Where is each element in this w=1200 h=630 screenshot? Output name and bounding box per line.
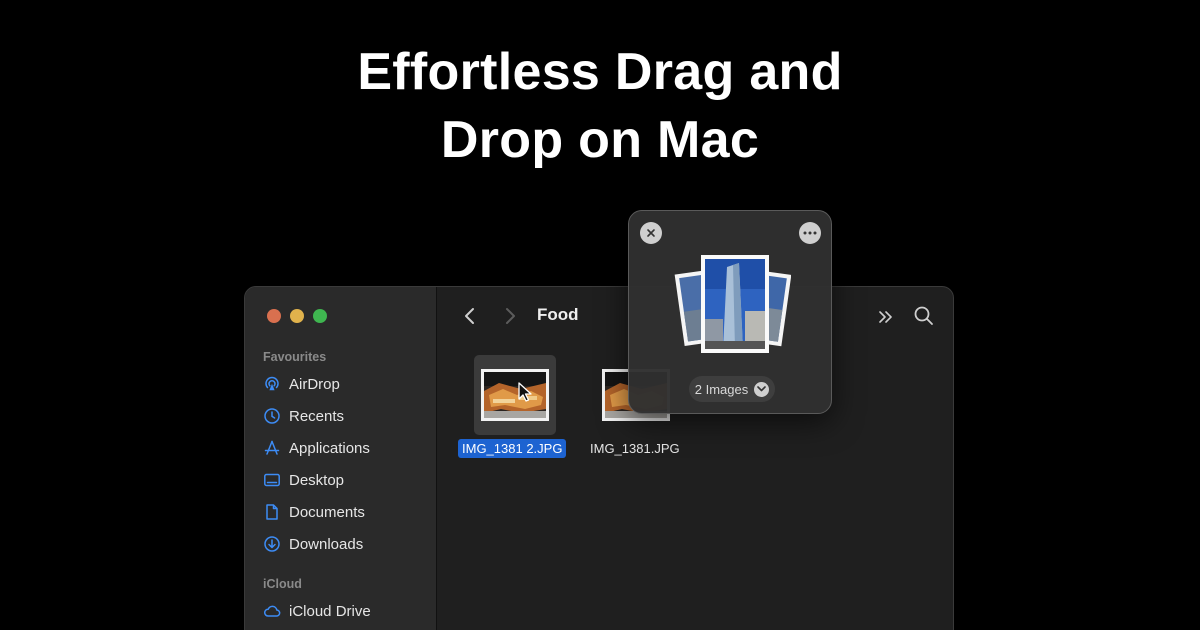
sidebar-item-desktop[interactable]: Desktop (263, 468, 433, 492)
minimize-window-button[interactable] (290, 309, 304, 323)
back-icon[interactable] (463, 306, 477, 326)
mouse-pointer-icon (518, 382, 532, 402)
close-icon (647, 229, 655, 237)
sidebar-section-icloud: iCloud (263, 577, 302, 591)
document-icon (266, 504, 278, 520)
close-window-button[interactable] (267, 309, 281, 323)
file-name-selected[interactable]: IMG_1381 2.JPG (458, 439, 567, 458)
forward-icon[interactable] (503, 306, 517, 326)
more-toolbar-items-icon[interactable] (877, 308, 895, 326)
sidebar-item-recents[interactable]: Recents (263, 404, 433, 428)
drag-shelf-popover[interactable]: 2 Images (628, 210, 832, 414)
applications-icon (264, 440, 280, 455)
sidebar-section-favourites: Favourites (263, 350, 327, 364)
sidebar-item-label: Documents (289, 503, 365, 521)
ellipsis-icon (803, 231, 817, 235)
images-count-badge[interactable]: 2 Images (689, 376, 775, 402)
headline-line-2: Drop on Mac (440, 111, 760, 169)
cloud-icon (264, 605, 281, 617)
images-count-label: 2 Images (694, 381, 749, 397)
sidebar-item-airdrop[interactable]: AirDrop (263, 372, 433, 396)
finder-window: Favourites AirDrop Recents Applications … (244, 286, 954, 630)
sidebar-item-label: Applications (289, 439, 370, 457)
sidebar-item-applications[interactable]: Applications (263, 436, 433, 460)
headline-line-1: Effortless Drag and (357, 43, 843, 101)
desktop-icon (264, 473, 280, 487)
file-thumbnail-img-1381-2[interactable] (481, 369, 549, 421)
stacked-images-preview[interactable] (673, 249, 791, 361)
sidebar-item-label: Desktop (289, 471, 345, 489)
sidebar-item-label: AirDrop (289, 375, 340, 393)
promo-stage: Effortless Drag and Drop on Mac Favourit… (0, 0, 1200, 630)
clock-icon (264, 408, 280, 424)
airdrop-icon (265, 376, 279, 391)
folder-title: Food (537, 305, 579, 324)
download-icon (264, 536, 280, 552)
window-controls (267, 309, 327, 323)
search-icon[interactable] (913, 305, 935, 327)
sidebar-item-downloads[interactable]: Downloads (263, 532, 433, 556)
file-name[interactable]: IMG_1381.JPG (586, 439, 684, 458)
sidebar-item-label: Downloads (289, 535, 364, 553)
shelf-more-button[interactable] (799, 222, 821, 244)
chevron-down-icon (754, 381, 770, 397)
headline: Effortless Drag and Drop on Mac (0, 38, 1200, 174)
sidebar-item-label: Recents (289, 407, 345, 425)
sidebar-item-documents[interactable]: Documents (263, 500, 433, 524)
sidebar-item-label: iCloud Drive (289, 602, 371, 620)
close-shelf-button[interactable] (640, 222, 662, 244)
zoom-window-button[interactable] (313, 309, 327, 323)
sidebar-item-icloud-drive[interactable]: iCloud Drive (263, 599, 433, 623)
finder-sidebar: Favourites AirDrop Recents Applications … (245, 287, 437, 630)
